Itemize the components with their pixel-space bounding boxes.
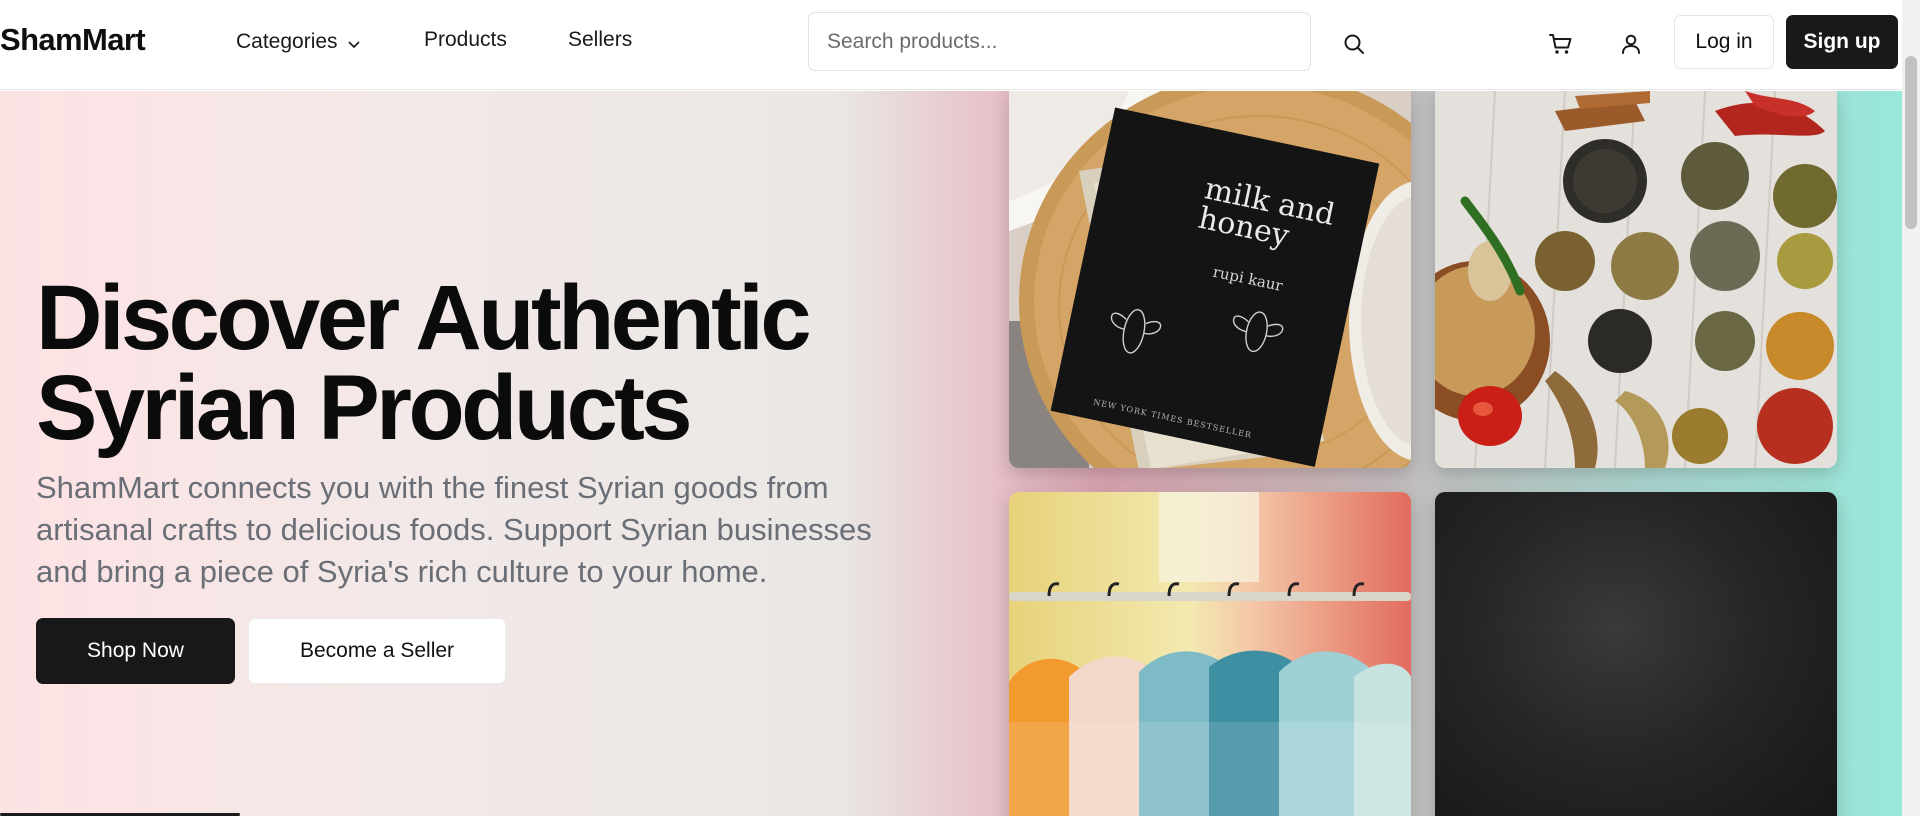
cart-icon[interactable] <box>1541 24 1581 64</box>
site-header: ShamMart Categories Products Sellers Log… <box>0 0 1902 90</box>
shop-now-button[interactable]: Shop Now <box>36 618 235 684</box>
spices-product-image[interactable] <box>1435 91 1837 468</box>
dark-product-image[interactable] <box>1435 492 1837 816</box>
brand-logo[interactable]: ShamMart <box>0 22 146 58</box>
become-seller-button[interactable]: Become a Seller <box>248 618 506 684</box>
chevron-down-icon <box>348 31 360 55</box>
book-product-image[interactable]: milk and honey rupi kaur NEW YORK TIMES … <box>1009 91 1411 468</box>
hero-subtitle-line-2: artisanal crafts to delicious foods. Sup… <box>36 512 872 547</box>
nav-sellers[interactable]: Sellers <box>568 28 632 52</box>
page-scrollbar[interactable] <box>1902 0 1920 816</box>
search-input[interactable] <box>809 13 1310 70</box>
signup-button[interactable]: Sign up <box>1786 15 1898 69</box>
clothing-product-image[interactable] <box>1009 492 1411 816</box>
nav-products[interactable]: Products <box>424 28 507 52</box>
user-icon[interactable] <box>1611 24 1651 64</box>
search-icon[interactable] <box>1334 24 1374 64</box>
hero-section: Discover Authentic Syrian Products ShamM… <box>0 91 1902 816</box>
scrollbar-thumb[interactable] <box>1905 56 1917 229</box>
hero-title: Discover Authentic Syrian Products <box>36 272 936 454</box>
hero-subtitle: ShamMart connects you with the finest Sy… <box>36 467 936 593</box>
nav-categories-label: Categories <box>236 29 338 53</box>
hero-title-line-1: Discover Authentic <box>36 267 812 369</box>
search-box <box>808 12 1311 71</box>
nav-categories[interactable]: Categories <box>236 28 360 55</box>
hero-subtitle-line-3: and bring a piece of Syria's rich cultur… <box>36 554 768 589</box>
hero-subtitle-line-1: ShamMart connects you with the finest Sy… <box>36 470 829 505</box>
login-button[interactable]: Log in <box>1674 15 1774 69</box>
hero-title-line-2: Syrian Products <box>36 357 693 459</box>
